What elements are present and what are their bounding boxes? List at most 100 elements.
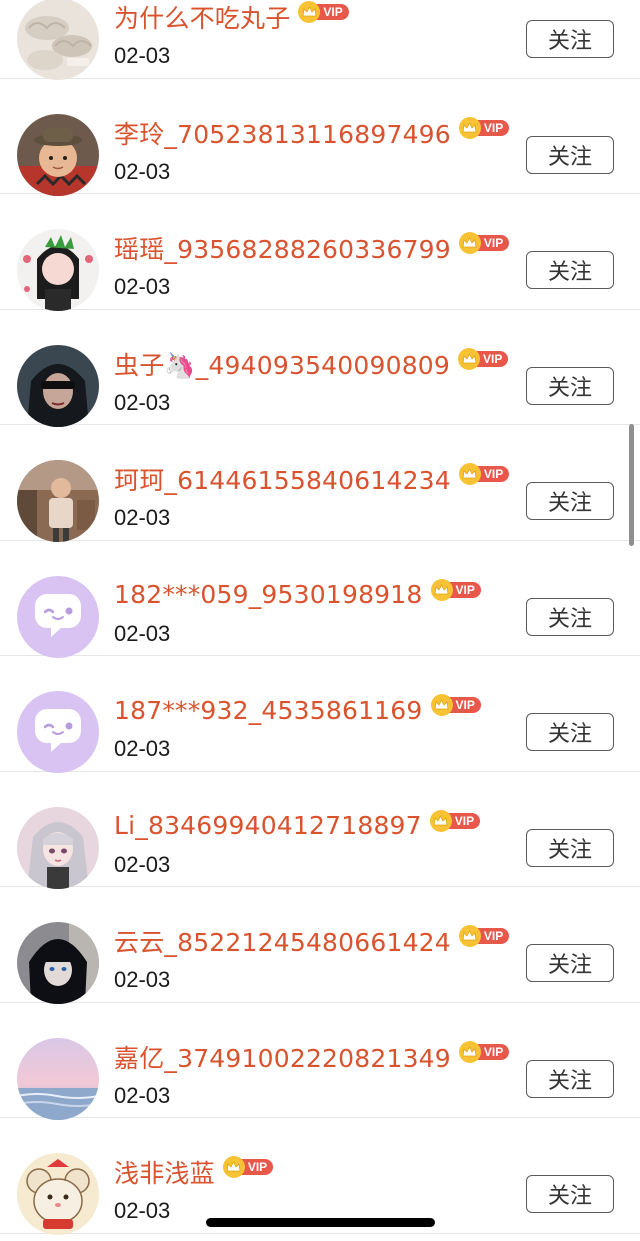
- follow-date: 02-03: [114, 43, 171, 68]
- follow-button[interactable]: 关注: [526, 828, 614, 867]
- follow-button[interactable]: 关注: [526, 20, 614, 58]
- vip-badge: VIP: [458, 925, 510, 947]
- follow-date: 02-03: [114, 620, 171, 646]
- user-name-line: 为什么不吃丸子 VIP: [114, 0, 349, 35]
- list-item[interactable]: 珂珂_61446155840614234 VIP 02-03 关注: [0, 425, 640, 542]
- list-item[interactable]: 李玲_70523813116897496 VIP 02-03 关注: [0, 79, 640, 196]
- vip-badge: VIP: [458, 463, 510, 485]
- scrollbar[interactable]: [629, 424, 634, 546]
- avatar[interactable]: [17, 460, 99, 542]
- user-name[interactable]: 182***059_9530198918: [114, 580, 423, 609]
- list-item[interactable]: 浅非浅蓝 VIP 02-03 关注: [0, 1118, 640, 1235]
- vip-badge: VIP: [430, 578, 481, 601]
- vip-badge: VIP: [458, 1040, 510, 1063]
- avatar[interactable]: [17, 229, 99, 311]
- list-item[interactable]: 187***932_4535861169 VIP 02-03 关注: [0, 656, 640, 773]
- avatar[interactable]: [17, 922, 99, 1004]
- follow-button[interactable]: 关注: [526, 251, 614, 289]
- user-name-line: 云云_85221245480661424 VIP: [114, 923, 510, 959]
- follow-date: 02-03: [114, 967, 171, 992]
- follow-date: 02-03: [114, 389, 171, 415]
- follow-button[interactable]: 关注: [526, 713, 614, 751]
- crown-icon: [430, 694, 453, 716]
- default-avatar-chat-icon: [17, 691, 99, 773]
- vip-badge: VIP: [458, 347, 509, 370]
- avatar-image: [17, 922, 99, 1004]
- follower-list: 为什么不吃丸子 VIP 02-03 关注 李玲_7052381311689749…: [0, 0, 640, 1235]
- user-name-line: 浅非浅蓝 VIP: [114, 1154, 274, 1190]
- follow-date: 02-03: [114, 1198, 171, 1223]
- follow-date: 02-03: [114, 1082, 171, 1108]
- follow-button[interactable]: 关注: [526, 597, 614, 636]
- follow-date: 02-03: [114, 736, 171, 761]
- user-name[interactable]: 李玲_70523813116897496: [114, 115, 451, 151]
- avatar-image: [17, 806, 99, 889]
- follow-button[interactable]: 关注: [526, 366, 614, 405]
- follow-button[interactable]: 关注: [526, 1175, 614, 1213]
- avatar-image: [17, 0, 99, 80]
- avatar[interactable]: [17, 575, 99, 658]
- avatar-image: [17, 1037, 99, 1120]
- user-name-line: Li_83469940412718897 VIP: [114, 808, 481, 844]
- crown-icon: [458, 1040, 481, 1063]
- avatar-image: [17, 229, 99, 311]
- crown-icon: [458, 463, 481, 485]
- user-name-line: 嘉亿_37491002220821349 VIP: [114, 1039, 510, 1075]
- vip-badge: VIP: [430, 694, 481, 716]
- list-item[interactable]: Li_83469940412718897 VIP 02-03 关注: [0, 772, 640, 889]
- avatar-image: [17, 344, 99, 427]
- vip-badge: VIP: [222, 1156, 274, 1178]
- user-name[interactable]: 虫子🦄_494093540090809: [114, 346, 450, 382]
- follow-button[interactable]: 关注: [526, 1059, 614, 1098]
- vip-badge: VIP: [298, 1, 349, 23]
- user-name[interactable]: 为什么不吃丸子: [114, 0, 290, 35]
- user-name-line: 虫子🦄_494093540090809 VIP: [114, 346, 509, 382]
- avatar[interactable]: [17, 1037, 99, 1120]
- list-item[interactable]: 虫子🦄_494093540090809 VIP 02-03 关注: [0, 310, 640, 427]
- avatar-image: [17, 113, 99, 196]
- list-item[interactable]: 云云_85221245480661424 VIP 02-03 关注: [0, 887, 640, 1004]
- follow-date: 02-03: [114, 274, 171, 299]
- user-name[interactable]: 浅非浅蓝: [114, 1154, 215, 1190]
- user-name[interactable]: 嘉亿_37491002220821349: [114, 1039, 451, 1075]
- avatar[interactable]: [17, 1153, 99, 1235]
- crown-icon: [458, 232, 481, 254]
- list-item[interactable]: 182***059_9530198918 VIP 02-03 关注: [0, 541, 640, 658]
- crown-icon: [430, 578, 453, 601]
- avatar[interactable]: [17, 0, 99, 80]
- user-name[interactable]: 珂珂_61446155840614234: [114, 461, 451, 497]
- user-name-line: 珂珂_61446155840614234 VIP: [114, 461, 510, 497]
- follow-date: 02-03: [114, 505, 171, 530]
- vip-badge: VIP: [429, 809, 481, 832]
- crown-icon: [458, 116, 481, 139]
- user-name[interactable]: 187***932_4535861169: [114, 696, 423, 725]
- crown-icon: [458, 347, 481, 370]
- follow-date: 02-03: [114, 851, 171, 877]
- vip-badge: VIP: [458, 116, 510, 139]
- avatar[interactable]: [17, 344, 99, 427]
- crown-icon: [222, 1156, 245, 1178]
- follow-button[interactable]: 关注: [526, 482, 614, 520]
- user-name-line: 182***059_9530198918 VIP: [114, 577, 481, 613]
- avatar[interactable]: [17, 806, 99, 889]
- avatar[interactable]: [17, 113, 99, 196]
- crown-icon: [458, 925, 481, 947]
- default-avatar-chat-icon: [17, 575, 99, 658]
- user-name[interactable]: 瑶瑶_93568288260336799: [114, 230, 451, 266]
- user-name-line: 瑶瑶_93568288260336799 VIP: [114, 230, 510, 266]
- follow-button[interactable]: 关注: [526, 135, 614, 174]
- vip-badge: VIP: [458, 232, 510, 254]
- avatar-image: [17, 460, 99, 542]
- user-name[interactable]: Li_83469940412718897: [114, 811, 422, 840]
- user-name-line: 李玲_70523813116897496 VIP: [114, 115, 510, 151]
- avatar[interactable]: [17, 691, 99, 773]
- home-indicator[interactable]: [206, 1218, 435, 1227]
- follow-button[interactable]: 关注: [526, 944, 614, 982]
- list-item[interactable]: 瑶瑶_93568288260336799 VIP 02-03 关注: [0, 194, 640, 311]
- user-name[interactable]: 云云_85221245480661424: [114, 923, 451, 959]
- list-item[interactable]: 嘉亿_37491002220821349 VIP 02-03 关注: [0, 1003, 640, 1120]
- crown-icon: [429, 809, 452, 832]
- follow-date: 02-03: [114, 158, 171, 184]
- list-item[interactable]: 为什么不吃丸子 VIP 02-03 关注: [0, 0, 640, 80]
- user-name-line: 187***932_4535861169 VIP: [114, 692, 481, 728]
